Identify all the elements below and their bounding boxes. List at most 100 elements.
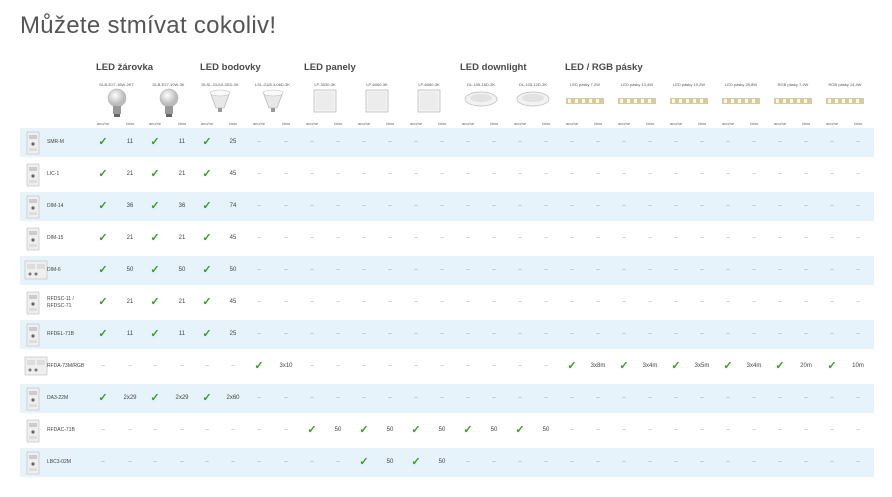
check-icon: ✓: [254, 360, 264, 372]
table-cell: –: [622, 203, 626, 209]
table-cell: –: [492, 267, 496, 273]
check-icon: ✓: [202, 328, 212, 340]
bulb-icon: [158, 88, 180, 118]
table-cell: –: [700, 299, 704, 305]
table-cell: –: [440, 139, 444, 145]
device-name: RFDSC-11 /RFDSC-71: [47, 296, 74, 310]
check-icon: ✓: [150, 232, 160, 244]
product-code: RGB pásky 14,4W: [828, 82, 862, 87]
table-cell: –: [414, 139, 418, 145]
table-row: RFDSC-11 /RFDSC-71 ✓ 21 ✓ 21 ✓ 45 – – – – – – – – – – – – –…: [20, 288, 874, 317]
table-cell: –: [440, 363, 444, 369]
table-cell: –: [466, 299, 470, 305]
table-cell: 50: [438, 459, 446, 465]
table-cell: –: [622, 427, 626, 433]
table-cell: –: [674, 139, 678, 145]
table-cell: –: [544, 395, 548, 401]
table-cell: –: [414, 331, 418, 337]
table-cell: –: [648, 427, 652, 433]
table-cell: –: [257, 235, 261, 241]
check-icon: ✓: [359, 424, 369, 436]
device-name: DIM-6: [47, 267, 61, 274]
table-cell: –: [440, 331, 444, 337]
table-cell: –: [596, 203, 600, 209]
sub-header: číslo: [489, 121, 499, 126]
table-cell: –: [492, 171, 496, 177]
table-cell: –: [518, 267, 522, 273]
table-cell: –: [440, 267, 444, 273]
table-cell: –: [596, 331, 600, 337]
group-header: LED bodovky: [200, 62, 261, 73]
table-cell: –: [804, 395, 808, 401]
table-cell: –: [257, 459, 261, 465]
table-cell: –: [856, 139, 860, 145]
table-cell: 50: [178, 267, 186, 273]
table-row: DIM-15 ✓ 21 ✓ 21 ✓ 45 – – – – – – – – – – – – – – – – – – – – – – – –: [20, 224, 874, 253]
table-cell: –: [414, 299, 418, 305]
table-cell: –: [804, 139, 808, 145]
sub-header: ano/ne: [305, 121, 319, 126]
table-cell: –: [388, 395, 392, 401]
table-cell: –: [128, 459, 132, 465]
table-cell: –: [726, 331, 730, 337]
table-cell: –: [570, 139, 574, 145]
table-cell: –: [778, 299, 782, 305]
table-cell: –: [674, 459, 678, 465]
table-cell: –: [492, 363, 496, 369]
table-cell: –: [778, 395, 782, 401]
product-code: DLB-E27-16W-2K7: [99, 82, 134, 87]
sub-header: ano/ne: [200, 121, 214, 126]
table-cell: –: [466, 139, 470, 145]
table-cell: –: [231, 427, 235, 433]
strip-icon: [566, 96, 604, 106]
product-code: LED pásky 7,2W: [570, 82, 600, 87]
table-cell: –: [440, 395, 444, 401]
table-cell: 50: [490, 427, 498, 433]
table-cell: 50: [334, 427, 342, 433]
table-cell: –: [231, 459, 235, 465]
table-cell: –: [310, 139, 314, 145]
table-cell: –: [648, 299, 652, 305]
table-cell: 11: [178, 331, 186, 337]
table-cell: –: [257, 139, 261, 145]
table-cell: 3x4m: [642, 363, 658, 369]
table-cell: –: [440, 203, 444, 209]
table-cell: –: [362, 171, 366, 177]
table-cell: –: [778, 171, 782, 177]
check-icon: ✓: [202, 200, 212, 212]
table-cell: –: [362, 363, 366, 369]
device-name-line: RFDSC-71: [47, 303, 72, 309]
bulb-icon: [106, 88, 128, 118]
table-cell: –: [205, 427, 209, 433]
table-cell: –: [336, 171, 340, 177]
table-cell: 25: [229, 139, 237, 145]
table-cell: –: [128, 427, 132, 433]
table-cell: –: [336, 363, 340, 369]
check-icon: ✓: [723, 360, 733, 372]
device-image: [24, 387, 42, 411]
table-cell: –: [336, 331, 340, 337]
strip-icon: [670, 96, 708, 106]
device-name-line: RFDA-73M/RGB: [47, 363, 85, 369]
table-cell: –: [414, 235, 418, 241]
table-cell: –: [622, 235, 626, 241]
device-name-line: DIM-14: [47, 203, 64, 209]
table-cell: –: [674, 267, 678, 273]
table-cell: –: [830, 299, 834, 305]
table-cell: –: [466, 395, 470, 401]
table-row: SMR-M ✓ 11 ✓ 11 ✓ 25 – – – – – – – – – – – – – – – – – – – – – – – –: [20, 128, 874, 157]
table-cell: –: [804, 299, 808, 305]
group-header: LED downlight: [460, 62, 527, 73]
product-code: RGB pásky 7,2W: [777, 82, 809, 87]
table-cell: –: [310, 299, 314, 305]
table-cell: –: [622, 459, 626, 465]
sub-header: ano/ne: [252, 121, 266, 126]
check-icon: ✓: [98, 200, 108, 212]
device-name-line: DA3-22M: [47, 395, 69, 401]
sub-header: číslo: [853, 121, 863, 126]
table-cell: –: [752, 331, 756, 337]
table-cell: –: [778, 203, 782, 209]
table-cell: 11: [126, 331, 134, 337]
table-cell: –: [648, 235, 652, 241]
table-cell: –: [492, 139, 496, 145]
